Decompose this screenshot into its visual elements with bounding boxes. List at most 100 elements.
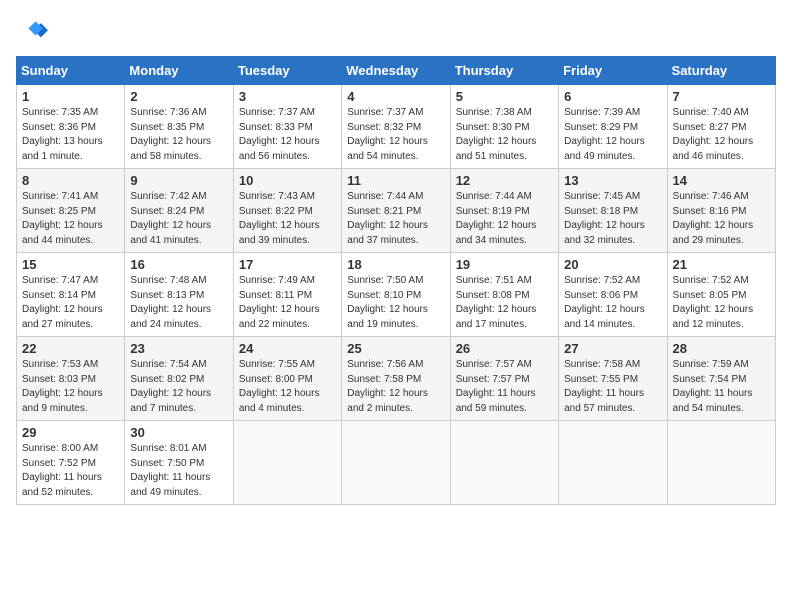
- calendar-cell: 13 Sunrise: 7:45 AMSunset: 8:18 PMDaylig…: [559, 169, 667, 253]
- day-number: 6: [564, 89, 661, 104]
- day-info: Sunrise: 7:54 AMSunset: 8:02 PMDaylight:…: [130, 358, 227, 416]
- logo-icon: [16, 16, 48, 48]
- calendar-week-4: 22 Sunrise: 7:53 AMSunset: 8:03 PMDaylig…: [17, 337, 776, 421]
- calendar-cell: 3 Sunrise: 7:37 AMSunset: 8:33 PMDayligh…: [233, 85, 341, 169]
- calendar-cell: 9 Sunrise: 7:42 AMSunset: 8:24 PMDayligh…: [125, 169, 233, 253]
- calendar-cell: 8 Sunrise: 7:41 AMSunset: 8:25 PMDayligh…: [17, 169, 125, 253]
- day-info: Sunrise: 7:51 AMSunset: 8:08 PMDaylight:…: [456, 274, 553, 332]
- calendar-week-3: 15 Sunrise: 7:47 AMSunset: 8:14 PMDaylig…: [17, 253, 776, 337]
- day-number: 4: [347, 89, 444, 104]
- day-number: 19: [456, 257, 553, 272]
- day-number: 3: [239, 89, 336, 104]
- calendar-week-2: 8 Sunrise: 7:41 AMSunset: 8:25 PMDayligh…: [17, 169, 776, 253]
- calendar-cell: [667, 421, 775, 505]
- day-info: Sunrise: 7:47 AMSunset: 8:14 PMDaylight:…: [22, 274, 119, 332]
- calendar-cell: [559, 421, 667, 505]
- day-info: Sunrise: 7:42 AMSunset: 8:24 PMDaylight:…: [130, 190, 227, 248]
- calendar-cell: 19 Sunrise: 7:51 AMSunset: 8:08 PMDaylig…: [450, 253, 558, 337]
- day-info: Sunrise: 7:48 AMSunset: 8:13 PMDaylight:…: [130, 274, 227, 332]
- calendar-week-5: 29 Sunrise: 8:00 AMSunset: 7:52 PMDaylig…: [17, 421, 776, 505]
- calendar-cell: 22 Sunrise: 7:53 AMSunset: 8:03 PMDaylig…: [17, 337, 125, 421]
- day-info: Sunrise: 7:46 AMSunset: 8:16 PMDaylight:…: [673, 190, 770, 248]
- calendar-header-saturday: Saturday: [667, 57, 775, 85]
- day-number: 26: [456, 341, 553, 356]
- day-info: Sunrise: 7:39 AMSunset: 8:29 PMDaylight:…: [564, 106, 661, 164]
- calendar-cell: 23 Sunrise: 7:54 AMSunset: 8:02 PMDaylig…: [125, 337, 233, 421]
- calendar-cell: 5 Sunrise: 7:38 AMSunset: 8:30 PMDayligh…: [450, 85, 558, 169]
- day-number: 11: [347, 173, 444, 188]
- page-header: [16, 16, 776, 48]
- day-number: 10: [239, 173, 336, 188]
- day-info: Sunrise: 7:57 AMSunset: 7:57 PMDaylight:…: [456, 358, 553, 416]
- calendar-cell: 6 Sunrise: 7:39 AMSunset: 8:29 PMDayligh…: [559, 85, 667, 169]
- calendar-cell: 2 Sunrise: 7:36 AMSunset: 8:35 PMDayligh…: [125, 85, 233, 169]
- day-info: Sunrise: 7:40 AMSunset: 8:27 PMDaylight:…: [673, 106, 770, 164]
- calendar-cell: 24 Sunrise: 7:55 AMSunset: 8:00 PMDaylig…: [233, 337, 341, 421]
- day-number: 8: [22, 173, 119, 188]
- calendar-cell: 21 Sunrise: 7:52 AMSunset: 8:05 PMDaylig…: [667, 253, 775, 337]
- calendar-cell: 20 Sunrise: 7:52 AMSunset: 8:06 PMDaylig…: [559, 253, 667, 337]
- day-number: 22: [22, 341, 119, 356]
- calendar-cell: 26 Sunrise: 7:57 AMSunset: 7:57 PMDaylig…: [450, 337, 558, 421]
- calendar-table: SundayMondayTuesdayWednesdayThursdayFrid…: [16, 56, 776, 505]
- day-number: 12: [456, 173, 553, 188]
- calendar-cell: [233, 421, 341, 505]
- day-info: Sunrise: 7:44 AMSunset: 8:19 PMDaylight:…: [456, 190, 553, 248]
- calendar-cell: 14 Sunrise: 7:46 AMSunset: 8:16 PMDaylig…: [667, 169, 775, 253]
- day-number: 16: [130, 257, 227, 272]
- day-info: Sunrise: 7:41 AMSunset: 8:25 PMDaylight:…: [22, 190, 119, 248]
- day-info: Sunrise: 7:52 AMSunset: 8:06 PMDaylight:…: [564, 274, 661, 332]
- calendar-header-friday: Friday: [559, 57, 667, 85]
- calendar-cell: 15 Sunrise: 7:47 AMSunset: 8:14 PMDaylig…: [17, 253, 125, 337]
- calendar-cell: 18 Sunrise: 7:50 AMSunset: 8:10 PMDaylig…: [342, 253, 450, 337]
- day-number: 25: [347, 341, 444, 356]
- day-info: Sunrise: 7:38 AMSunset: 8:30 PMDaylight:…: [456, 106, 553, 164]
- day-info: Sunrise: 8:00 AMSunset: 7:52 PMDaylight:…: [22, 442, 119, 500]
- calendar-cell: 11 Sunrise: 7:44 AMSunset: 8:21 PMDaylig…: [342, 169, 450, 253]
- calendar-cell: 28 Sunrise: 7:59 AMSunset: 7:54 PMDaylig…: [667, 337, 775, 421]
- day-number: 15: [22, 257, 119, 272]
- day-info: Sunrise: 7:59 AMSunset: 7:54 PMDaylight:…: [673, 358, 770, 416]
- calendar-cell: 1 Sunrise: 7:35 AMSunset: 8:36 PMDayligh…: [17, 85, 125, 169]
- calendar-header-wednesday: Wednesday: [342, 57, 450, 85]
- day-info: Sunrise: 7:55 AMSunset: 8:00 PMDaylight:…: [239, 358, 336, 416]
- day-number: 1: [22, 89, 119, 104]
- day-info: Sunrise: 7:53 AMSunset: 8:03 PMDaylight:…: [22, 358, 119, 416]
- day-number: 20: [564, 257, 661, 272]
- calendar-week-1: 1 Sunrise: 7:35 AMSunset: 8:36 PMDayligh…: [17, 85, 776, 169]
- day-number: 2: [130, 89, 227, 104]
- day-number: 5: [456, 89, 553, 104]
- calendar-header-thursday: Thursday: [450, 57, 558, 85]
- day-info: Sunrise: 7:45 AMSunset: 8:18 PMDaylight:…: [564, 190, 661, 248]
- calendar-header-row: SundayMondayTuesdayWednesdayThursdayFrid…: [17, 57, 776, 85]
- logo: [16, 16, 52, 48]
- day-info: Sunrise: 7:35 AMSunset: 8:36 PMDaylight:…: [22, 106, 119, 164]
- calendar-cell: 25 Sunrise: 7:56 AMSunset: 7:58 PMDaylig…: [342, 337, 450, 421]
- day-number: 24: [239, 341, 336, 356]
- day-number: 14: [673, 173, 770, 188]
- day-number: 27: [564, 341, 661, 356]
- day-number: 29: [22, 425, 119, 440]
- calendar-cell: 27 Sunrise: 7:58 AMSunset: 7:55 PMDaylig…: [559, 337, 667, 421]
- calendar-cell: 30 Sunrise: 8:01 AMSunset: 7:50 PMDaylig…: [125, 421, 233, 505]
- day-info: Sunrise: 8:01 AMSunset: 7:50 PMDaylight:…: [130, 442, 227, 500]
- day-number: 18: [347, 257, 444, 272]
- day-info: Sunrise: 7:56 AMSunset: 7:58 PMDaylight:…: [347, 358, 444, 416]
- calendar-header-monday: Monday: [125, 57, 233, 85]
- day-info: Sunrise: 7:52 AMSunset: 8:05 PMDaylight:…: [673, 274, 770, 332]
- calendar-cell: 10 Sunrise: 7:43 AMSunset: 8:22 PMDaylig…: [233, 169, 341, 253]
- day-info: Sunrise: 7:58 AMSunset: 7:55 PMDaylight:…: [564, 358, 661, 416]
- day-number: 17: [239, 257, 336, 272]
- day-info: Sunrise: 7:44 AMSunset: 8:21 PMDaylight:…: [347, 190, 444, 248]
- day-info: Sunrise: 7:37 AMSunset: 8:33 PMDaylight:…: [239, 106, 336, 164]
- calendar-cell: [342, 421, 450, 505]
- day-number: 21: [673, 257, 770, 272]
- calendar-cell: [450, 421, 558, 505]
- calendar-header-sunday: Sunday: [17, 57, 125, 85]
- calendar-header-tuesday: Tuesday: [233, 57, 341, 85]
- day-number: 7: [673, 89, 770, 104]
- day-number: 30: [130, 425, 227, 440]
- day-info: Sunrise: 7:37 AMSunset: 8:32 PMDaylight:…: [347, 106, 444, 164]
- calendar-cell: 4 Sunrise: 7:37 AMSunset: 8:32 PMDayligh…: [342, 85, 450, 169]
- day-info: Sunrise: 7:50 AMSunset: 8:10 PMDaylight:…: [347, 274, 444, 332]
